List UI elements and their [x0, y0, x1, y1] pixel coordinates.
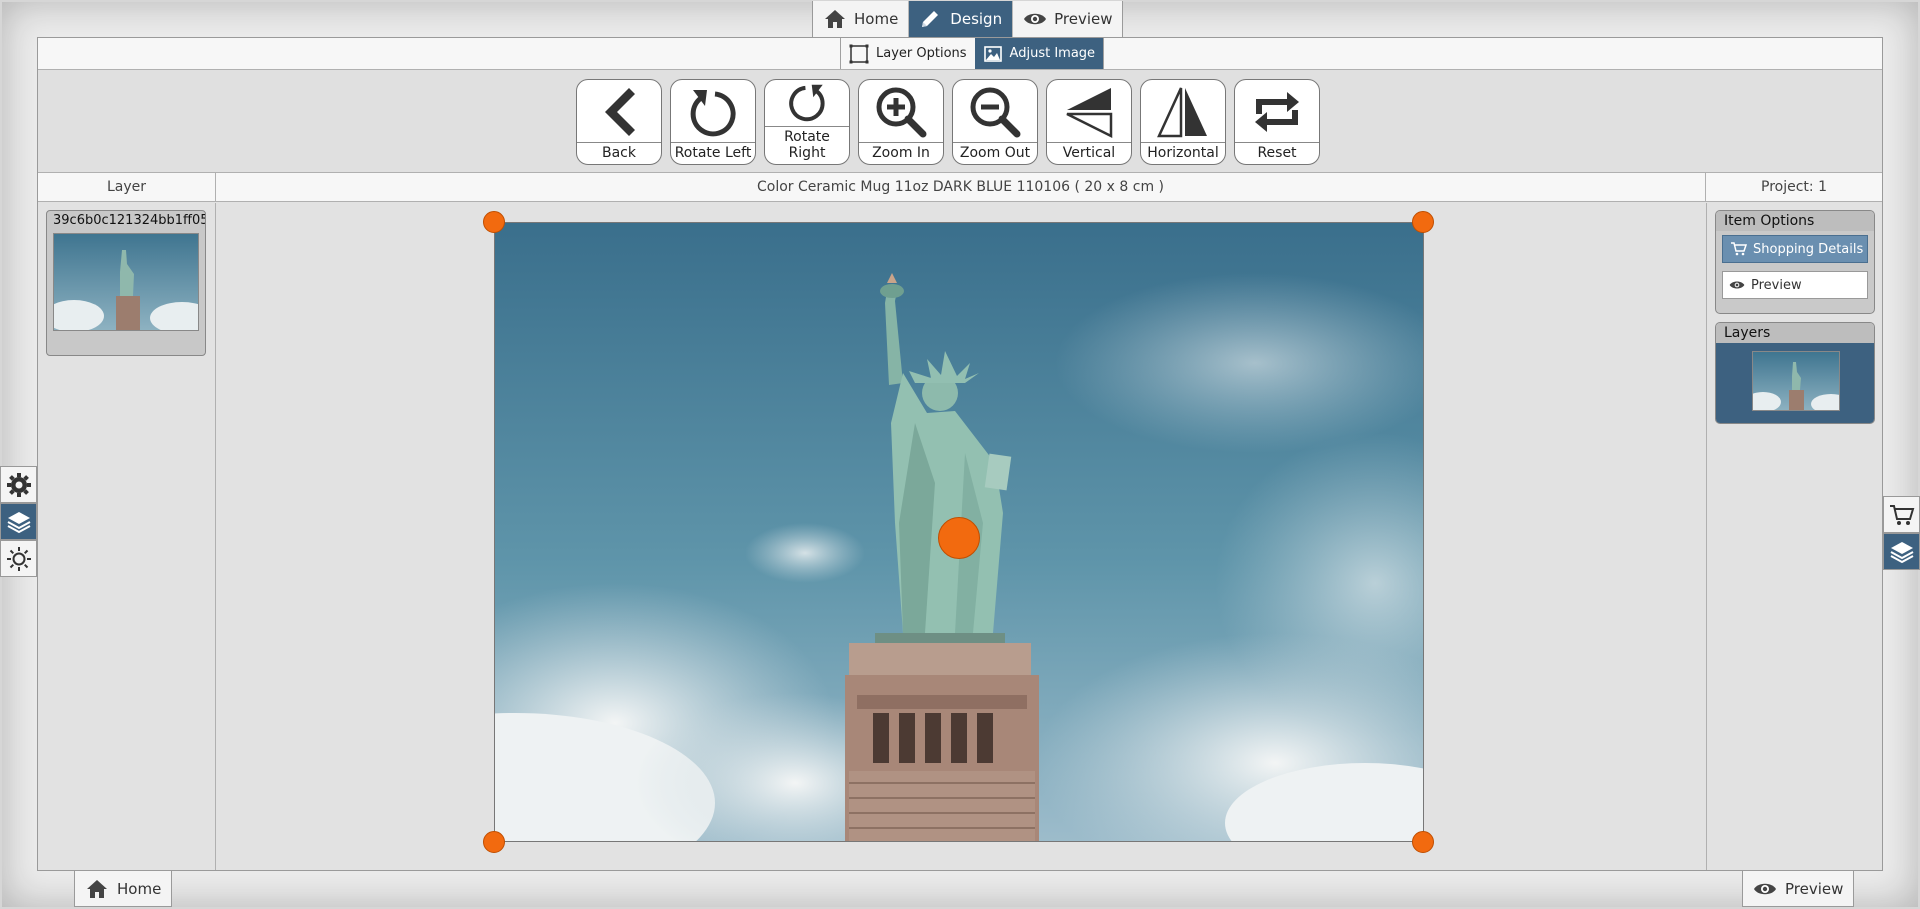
bottom-preview-button[interactable]: Preview	[1742, 871, 1855, 907]
tab-home[interactable]: Home	[813, 1, 910, 37]
image-toolbar: Back Rotate Left Rotate Right Zoom In Zo…	[38, 70, 1882, 173]
sub-tabs: Layer Options Adjust Image	[840, 38, 1105, 69]
tab-home-label: Home	[854, 10, 899, 28]
tab-preview-label: Preview	[1054, 10, 1113, 28]
tab-adjust-image-label: Adjust Image	[1009, 46, 1096, 61]
right-side-toolbar	[1883, 496, 1920, 570]
eye-icon	[1754, 883, 1776, 894]
resize-handle-bottom-left[interactable]	[483, 831, 505, 853]
tab-design-label: Design	[950, 10, 1003, 28]
rotate-left-icon	[690, 90, 736, 137]
layers-panel-title: Layers	[1716, 323, 1874, 343]
back-button-label: Back	[577, 142, 661, 164]
resize-handle-top-right[interactable]	[1412, 211, 1434, 233]
project-label: Project: 1	[1706, 173, 1882, 202]
bottom-home-button[interactable]: Home	[74, 871, 173, 907]
statue-thumbnail-image	[54, 234, 198, 330]
layers-thumbnail[interactable]	[1752, 351, 1840, 411]
pencil-icon	[922, 11, 939, 27]
home-icon	[87, 879, 107, 898]
item-preview-label: Preview	[1751, 277, 1802, 293]
flip-horizontal-label: Horizontal	[1141, 142, 1225, 164]
home-icon	[825, 10, 845, 28]
rotate-right-button[interactable]: Rotate Right	[764, 79, 850, 165]
move-handle-center[interactable]	[938, 517, 980, 559]
gear-icon	[6, 472, 31, 497]
flip-horizontal-icon	[1157, 87, 1207, 138]
tab-layer-options[interactable]: Layer Options	[841, 38, 975, 69]
designer-app: Layer Options Adjust Image Back Rotate L…	[37, 37, 1883, 871]
layer-options-icon	[849, 44, 869, 63]
eye-icon	[1024, 13, 1047, 25]
sun-icon	[6, 546, 31, 571]
item-preview-button[interactable]: Preview	[1722, 271, 1868, 299]
zoom-out-icon	[970, 87, 1021, 138]
adjust-image-icon	[983, 45, 1002, 62]
flip-vertical-label: Vertical	[1047, 142, 1131, 164]
statue-layer-thumbnail-image	[1753, 352, 1839, 410]
flip-horizontal-button[interactable]: Horizontal	[1140, 79, 1226, 165]
sub-tab-bar: Layer Options Adjust Image	[38, 38, 1882, 70]
layers-icon	[7, 511, 30, 533]
layers-side-button[interactable]	[1883, 533, 1920, 570]
flip-vertical-icon	[1066, 88, 1113, 139]
zoom-out-label: Zoom Out	[953, 142, 1037, 164]
zoom-out-button[interactable]: Zoom Out	[952, 79, 1038, 165]
layers-panel-body	[1716, 343, 1874, 423]
tab-design[interactable]: Design	[909, 1, 1014, 37]
zoom-in-icon	[876, 87, 927, 138]
brightness-button[interactable]	[0, 540, 37, 577]
layer-item-name: 39c6b0c121324bb1ff05...	[53, 213, 205, 228]
item-options-title: Item Options	[1716, 211, 1874, 231]
cart-button[interactable]	[1883, 496, 1920, 533]
cart-icon	[1889, 504, 1914, 525]
reset-label: Reset	[1235, 142, 1319, 164]
chevron-left-icon	[605, 88, 635, 136]
tab-adjust-image[interactable]: Adjust Image	[974, 38, 1104, 69]
rotate-left-label: Rotate Left	[671, 142, 755, 164]
layer-item[interactable]: 39c6b0c121324bb1ff05...	[46, 210, 206, 356]
rotate-left-button[interactable]: Rotate Left	[670, 79, 756, 165]
eye-icon	[1729, 281, 1745, 289]
resize-handle-top-left[interactable]	[483, 211, 505, 233]
zoom-in-label: Zoom In	[859, 142, 943, 164]
cart-icon	[1731, 242, 1747, 256]
tool-buttons: Back Rotate Left Rotate Right Zoom In Zo…	[576, 79, 1320, 165]
product-title: Color Ceramic Mug 11oz DARK BLUE 110106 …	[216, 173, 1706, 202]
left-side-toolbar	[0, 466, 37, 577]
layer-thumbnail	[53, 233, 199, 331]
rotate-right-label: Rotate Right	[765, 126, 849, 164]
reset-icon	[1255, 92, 1299, 132]
layers-panel: Layers	[1715, 322, 1875, 424]
back-button[interactable]: Back	[576, 79, 662, 165]
flip-vertical-button[interactable]: Vertical	[1046, 79, 1132, 165]
tab-preview[interactable]: Preview	[1013, 1, 1122, 37]
settings-button[interactable]	[0, 466, 37, 503]
layer-column: 39c6b0c121324bb1ff05...	[38, 203, 216, 870]
layer-header: Layer	[38, 173, 216, 202]
tab-layer-options-label: Layer Options	[876, 46, 967, 61]
resize-handle-bottom-right[interactable]	[1412, 831, 1434, 853]
bottom-preview-label: Preview	[1785, 879, 1844, 898]
zoom-in-button[interactable]: Zoom In	[858, 79, 944, 165]
reset-button[interactable]: Reset	[1234, 79, 1320, 165]
layers-icon	[1890, 541, 1913, 563]
layers-button[interactable]	[0, 503, 37, 540]
shopping-details-label: Shopping Details	[1753, 241, 1864, 257]
options-column: Item Options Shopping Details Preview La…	[1706, 203, 1882, 870]
main-tabs: Home Design Preview	[812, 1, 1124, 38]
shopping-details-button[interactable]: Shopping Details	[1722, 235, 1868, 263]
bottom-home-label: Home	[117, 879, 162, 898]
rotate-right-icon	[789, 84, 825, 122]
item-options-panel: Item Options Shopping Details Preview	[1715, 210, 1875, 314]
